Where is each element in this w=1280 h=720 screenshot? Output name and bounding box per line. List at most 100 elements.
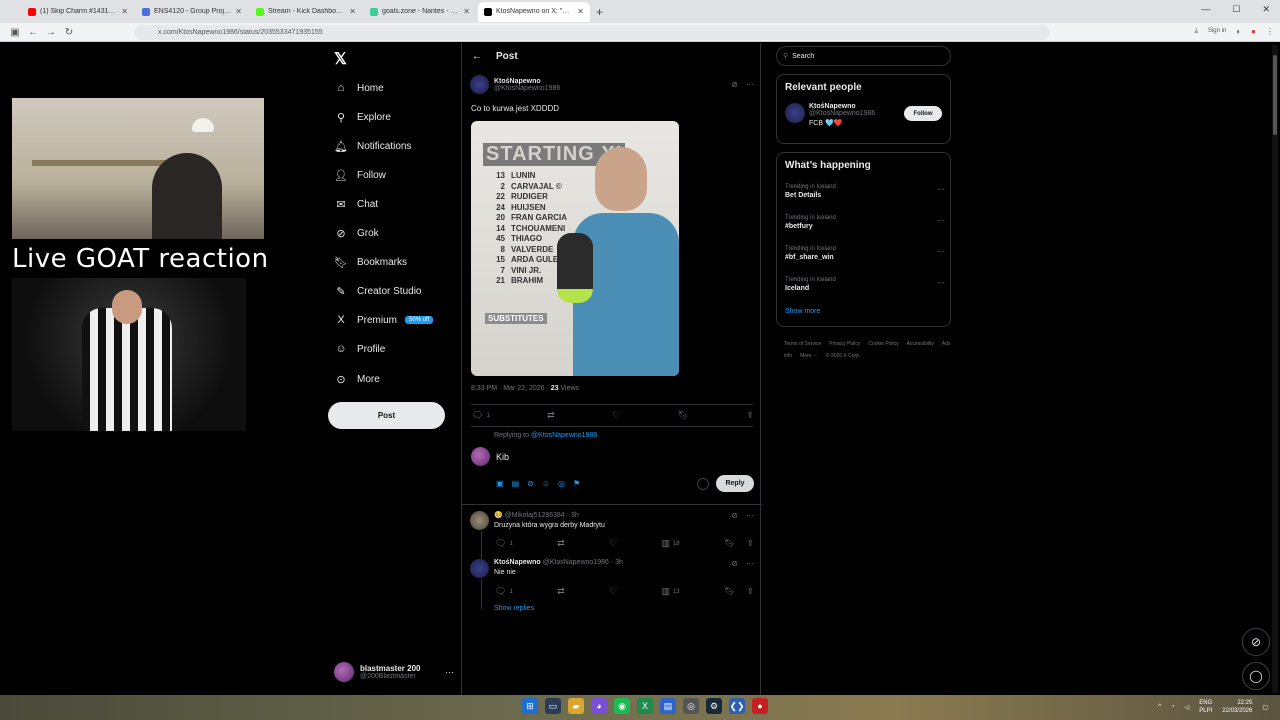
grok-icon[interactable]: ⊘ xyxy=(527,479,534,488)
views-action[interactable]: ▥ 18 xyxy=(661,538,679,549)
x-logo-icon[interactable]: 𝕏 xyxy=(334,49,347,69)
browser-tab[interactable]: ENS4120 - Group Project Phase✕ xyxy=(136,2,248,22)
follow-button[interactable]: Follow xyxy=(904,106,942,121)
menu-icon[interactable]: ⋮ xyxy=(1266,27,1274,36)
extension-icon[interactable]: ◐ xyxy=(1236,27,1241,36)
post-media[interactable]: STARTING XI 13 LUNIN 2 CARVAJAL © 22 RUDIGER 2… xyxy=(471,121,679,376)
windows-icon[interactable]: ⊞ xyxy=(522,698,538,714)
obs-icon[interactable]: ◎ xyxy=(683,698,699,714)
bookmark-icon[interactable]: 🔖︎ xyxy=(678,410,689,421)
steam-icon[interactable]: ⚙ xyxy=(706,698,722,714)
notification-icon[interactable]: ▢ xyxy=(1262,704,1268,711)
volume-icon[interactable]: ◁ xyxy=(1185,704,1190,711)
extension-icon-2[interactable]: ● xyxy=(1251,27,1256,36)
search-input[interactable]: ⚲ Search xyxy=(776,46,951,66)
sidebar-item-premium[interactable]: X Premium 50% off xyxy=(334,309,434,331)
forward-icon[interactable]: → xyxy=(42,27,60,38)
like-icon[interactable]: ♡ xyxy=(609,538,617,549)
reply-action[interactable]: 🗨︎ 1 xyxy=(495,586,513,597)
post-button[interactable]: Post xyxy=(328,402,445,429)
new-tab-button[interactable]: + xyxy=(596,5,603,19)
like-icon[interactable]: ♡ xyxy=(612,410,620,421)
sidebar-item-explore[interactable]: ⚲ Explore xyxy=(334,106,391,128)
reply-name[interactable]: KtośNapewno xyxy=(494,559,541,566)
reply-button[interactable]: Reply xyxy=(716,475,754,492)
more-dots-icon[interactable]: ··· xyxy=(937,216,945,225)
clock[interactable]: 22:25 22/03/2026 xyxy=(1222,699,1252,715)
more-dots-icon[interactable]: ··· xyxy=(746,559,754,568)
wifi-icon[interactable]: ◔ xyxy=(1171,704,1175,710)
footer-link[interactable]: Terms of Service xyxy=(784,341,821,347)
language-indicator[interactable]: ENG PLPI xyxy=(1199,699,1212,715)
more-dots-icon[interactable]: ··· xyxy=(746,511,754,520)
footer-link[interactable]: Privacy Policy xyxy=(829,341,860,347)
excel-icon[interactable]: X xyxy=(637,698,653,714)
tab-close-icon[interactable]: ✕ xyxy=(349,7,356,16)
replying-handle[interactable]: @KtosNapewno1986 xyxy=(531,432,597,439)
repost-icon[interactable]: ⇄ xyxy=(557,586,565,597)
browser-tab[interactable]: KtośNapewno on X: "Co to kurw ✕ xyxy=(478,1,590,22)
close-window-icon[interactable]: ✕ xyxy=(1262,4,1270,15)
signin-button[interactable]: Sign in xyxy=(1208,28,1226,34)
sidebar-item-profile[interactable]: ☺ Profile xyxy=(334,338,385,360)
share-icon[interactable]: ⇪ xyxy=(746,410,754,421)
browser-tab[interactable]: Stream - Kick Dashboard ✕ xyxy=(250,2,362,22)
reply-action[interactable]: 🗨︎ 1 xyxy=(495,538,513,549)
sidebar-item-notifications[interactable]: 🔔︎ Notifications xyxy=(334,135,411,157)
location-icon[interactable]: ◎ xyxy=(558,479,565,488)
tab-close-icon[interactable]: ✕ xyxy=(235,7,242,16)
discord-icon[interactable]: ◕ xyxy=(591,698,607,714)
image-icon[interactable]: ▣ xyxy=(496,479,504,488)
reply-action[interactable]: 🗨︎ 1 xyxy=(472,410,490,421)
messages-fab-icon[interactable]: ◯ xyxy=(1242,662,1270,690)
views-action[interactable]: ▥ 13 xyxy=(661,586,679,597)
minimize-icon[interactable]: — xyxy=(1201,4,1210,15)
back-icon[interactable]: ← xyxy=(24,27,42,38)
avatar[interactable] xyxy=(470,75,489,94)
scrollbar-thumb[interactable] xyxy=(1273,55,1277,135)
back-arrow-icon[interactable]: ← xyxy=(472,51,482,62)
share-icon[interactable]: ⇪ xyxy=(746,538,754,549)
trend-item[interactable]: Trending in Iceland #betfury ··· xyxy=(785,215,945,230)
account-switcher[interactable]: blastmaster 200 @200Blastmaster ··· xyxy=(334,662,454,682)
avatar[interactable] xyxy=(470,511,489,530)
reload-icon[interactable]: ↻ xyxy=(60,27,78,38)
taskview-icon[interactable]: ▭ xyxy=(545,698,561,714)
vscode-icon[interactable]: ❮❯ xyxy=(729,698,745,714)
reply-input[interactable] xyxy=(496,451,696,462)
sidebar-item-chat[interactable]: ✉ Chat xyxy=(334,193,378,215)
more-dots-icon[interactable]: ··· xyxy=(746,80,754,89)
browser-tab[interactable]: goals.zone - Nantes - RC Strasb ✕ xyxy=(364,2,476,22)
sidebar-item-creator-studio[interactable]: ✎ Creator Studio xyxy=(334,280,421,302)
list-item[interactable]: 🥺 @Mikolaj51286384 · 3h Drużyna która wy… xyxy=(470,511,754,530)
more-dots-icon[interactable]: ··· xyxy=(937,247,945,256)
grok-icon[interactable]: ⊘ xyxy=(731,80,738,89)
flag-icon[interactable]: ⚑ xyxy=(573,479,580,488)
gif-icon[interactable]: ▤ xyxy=(512,479,520,488)
sidebar-item-follow[interactable]: 👤︎ Follow xyxy=(334,164,386,186)
trend-item[interactable]: Trending in Iceland Bet Details ··· xyxy=(785,184,945,199)
explorer-icon[interactable]: ▰ xyxy=(568,698,584,714)
url-field[interactable]: x.com/KtosNapewno1986/status/20355334719… xyxy=(134,25,1050,40)
app-icon[interactable]: ▤ xyxy=(660,698,676,714)
sidebar-item-bookmarks[interactable]: 🔖︎ Bookmarks xyxy=(334,251,407,273)
more-dots-icon[interactable]: ··· xyxy=(445,667,454,677)
show-replies-link[interactable]: Show replies xyxy=(494,605,534,612)
maximize-icon[interactable]: ☐ xyxy=(1232,4,1240,15)
avatar[interactable] xyxy=(470,559,489,578)
relevant-name[interactable]: KtośNapewno xyxy=(809,103,875,110)
trend-item[interactable]: Trending in Iceland Iceland ··· xyxy=(785,277,945,292)
grok-fab-icon[interactable]: ⊘ xyxy=(1242,628,1270,656)
avatar[interactable] xyxy=(785,103,805,123)
list-item[interactable]: KtośNapewno @KtosNapewno1986 · 3h Nie ni… xyxy=(470,559,754,578)
trend-item[interactable]: Trending in Iceland #bf_share_win ··· xyxy=(785,246,945,261)
more-dots-icon[interactable]: ··· xyxy=(937,278,945,287)
bookmark-icon[interactable]: 🔖︎ xyxy=(724,586,735,597)
scrollbar[interactable] xyxy=(1272,45,1278,693)
author-name[interactable]: KtośNapewno xyxy=(494,78,560,85)
tab-close-icon[interactable]: ✕ xyxy=(577,7,584,16)
footer-link[interactable]: Accessibility xyxy=(907,341,934,347)
more-dots-icon[interactable]: ··· xyxy=(937,185,945,194)
show-more-link[interactable]: Show more xyxy=(785,308,820,315)
tray-arrow-icon[interactable]: ^ xyxy=(1158,704,1161,710)
